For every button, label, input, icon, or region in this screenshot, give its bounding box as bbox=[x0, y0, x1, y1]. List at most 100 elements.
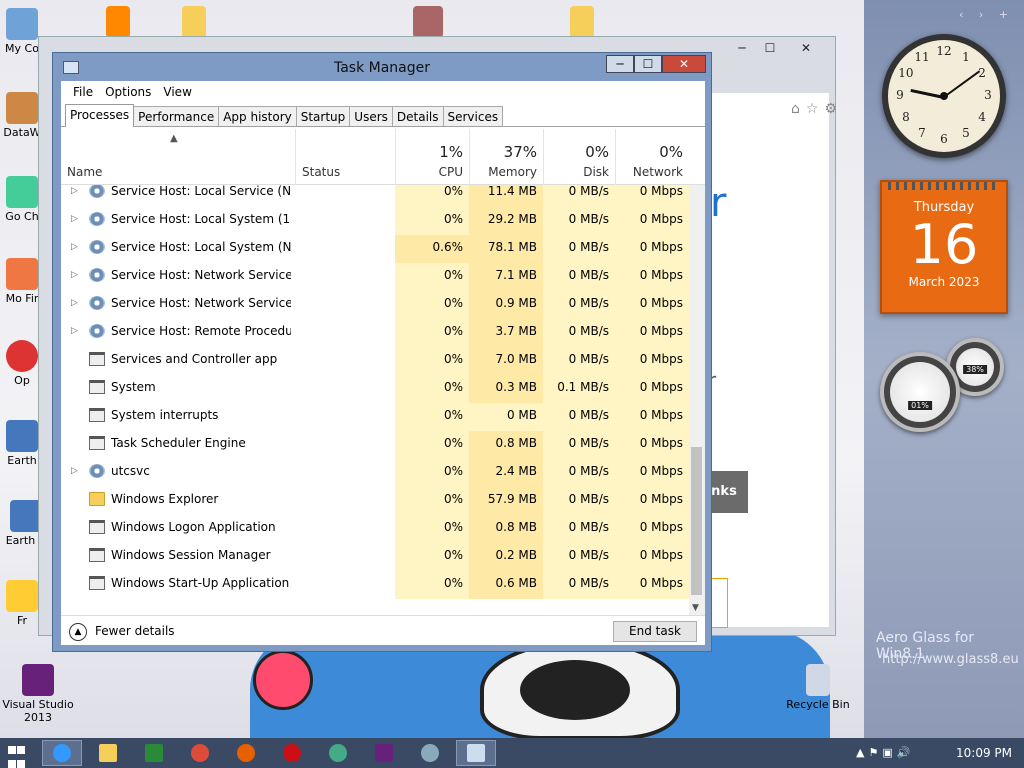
clock-gadget[interactable]: 12 1 2 3 4 5 6 7 8 9 10 11 bbox=[882, 34, 1006, 158]
table-row[interactable]: ▷ Service Host: Network Service (... 0%0.9… bbox=[61, 291, 689, 319]
disk-total: 0% bbox=[585, 143, 609, 161]
column-disk[interactable]: 0% Disk bbox=[543, 129, 615, 185]
taskbar-chrome[interactable] bbox=[180, 740, 220, 766]
column-cpu-label: CPU bbox=[438, 165, 463, 179]
tab-users[interactable]: Users bbox=[349, 106, 393, 126]
table-row[interactable]: Windows Explorer 0% 57.9 MB 0 MB/s 0 Mbps bbox=[61, 487, 689, 515]
minimize-icon[interactable]: ─ bbox=[729, 41, 755, 59]
expand-chevron-icon[interactable]: ▷ bbox=[71, 263, 81, 291]
maximize-icon[interactable]: ☐ bbox=[757, 41, 783, 59]
process-network: 0 Mbps bbox=[615, 459, 689, 487]
process-network: 0 Mbps bbox=[615, 207, 689, 235]
taskbar-visual-studio[interactable] bbox=[364, 740, 404, 766]
browser-toolbar-icons[interactable]: ⌂☆⚙ bbox=[791, 101, 843, 117]
opera-icon bbox=[6, 340, 38, 372]
taskbar-file-explorer[interactable] bbox=[88, 740, 128, 766]
maximize-button[interactable]: ☐ bbox=[634, 55, 662, 73]
process-name: Task Scheduler Engine bbox=[111, 436, 246, 450]
scrollbar-thumb[interactable] bbox=[691, 447, 702, 595]
column-network[interactable]: 0% Network bbox=[615, 129, 689, 185]
taskbar-firefox[interactable] bbox=[226, 740, 266, 766]
chevron-up-icon[interactable]: ▲ bbox=[69, 623, 87, 641]
expand-chevron-icon[interactable]: ▷ bbox=[71, 207, 81, 235]
table-row[interactable]: System interrupts 0% 0 MB 0 MB/s 0 Mbps bbox=[61, 403, 689, 431]
fewer-details-link[interactable]: Fewer details bbox=[95, 624, 175, 638]
taskbar-clock[interactable]: 10:09 PM bbox=[956, 746, 1012, 760]
process-cpu: 0% bbox=[395, 487, 469, 515]
cpu-gauge[interactable]: 01% bbox=[880, 352, 960, 432]
tab-bar: Processes Performance App history Startu… bbox=[61, 103, 705, 127]
table-row[interactable]: ▷ utcsvc 0% 2.4 MB 0 MB/s 0 Mbps bbox=[61, 459, 689, 487]
tab-performance[interactable]: Performance bbox=[133, 106, 220, 126]
start-button[interactable] bbox=[8, 744, 26, 768]
process-network: 0 Mbps bbox=[615, 185, 689, 207]
expand-chevron-icon[interactable]: ▷ bbox=[71, 291, 81, 319]
scroll-down-icon[interactable]: ▼ bbox=[692, 603, 699, 613]
task-manager-window[interactable]: Task Manager ─ ☐ ✕ File Options View Pro… bbox=[52, 52, 712, 652]
expand-chevron-icon[interactable]: ▷ bbox=[71, 185, 81, 207]
title-bar[interactable]: Task Manager ─ ☐ ✕ bbox=[53, 53, 711, 81]
taskbar-opera[interactable] bbox=[272, 740, 312, 766]
table-row[interactable]: Windows Logon Application 0% 0.8 MB 0 MB/s 0… bbox=[61, 515, 689, 543]
system-tray[interactable]: ▲⚑▣🔊 bbox=[856, 746, 914, 759]
gear-icon bbox=[89, 212, 105, 226]
menu-view[interactable]: View bbox=[157, 85, 197, 99]
tab-startup[interactable]: Startup bbox=[295, 106, 351, 126]
process-name: Windows Explorer bbox=[111, 492, 219, 506]
aero-glass-url: http://www.glass8.eu bbox=[882, 652, 1019, 667]
expand-chevron-icon[interactable]: ▷ bbox=[71, 235, 81, 263]
taskbar-store[interactable] bbox=[134, 740, 174, 766]
vertical-scrollbar[interactable]: ▼ bbox=[689, 185, 705, 615]
desktop-icon-folder[interactable] bbox=[158, 6, 230, 40]
process-name: Windows Start-Up Application bbox=[111, 576, 290, 590]
tab-app-history[interactable]: App history bbox=[218, 106, 297, 126]
process-disk: 0 MB/s bbox=[543, 459, 615, 487]
desktop-icon-visual-studio[interactable]: Visual Studio 2013 bbox=[2, 664, 74, 724]
menu-options[interactable]: Options bbox=[99, 85, 157, 99]
close-icon[interactable]: ✕ bbox=[793, 41, 819, 59]
cpu-gauge-value: 01% bbox=[908, 401, 932, 410]
column-disk-label: Disk bbox=[583, 165, 609, 179]
app-icon bbox=[89, 436, 105, 450]
process-name: Service Host: Remote Procedure... bbox=[111, 324, 291, 338]
tab-details[interactable]: Details bbox=[391, 106, 444, 126]
menu-file[interactable]: File bbox=[67, 85, 99, 99]
table-row[interactable]: ▷ Service Host: Local System (17) 0% 29.2 M… bbox=[61, 207, 689, 235]
table-row[interactable]: Services and Controller app 0% 7.0 MB 0 MB/… bbox=[61, 347, 689, 375]
taskbar-chrome-alt[interactable] bbox=[318, 740, 358, 766]
taskbar-network[interactable] bbox=[410, 740, 450, 766]
taskbar-task-manager[interactable] bbox=[456, 740, 496, 766]
process-cpu: 0% bbox=[395, 347, 469, 375]
column-cpu[interactable]: 1% CPU bbox=[395, 129, 469, 185]
sidebar-nav[interactable]: ‹ › + bbox=[959, 8, 1014, 21]
table-row[interactable]: Windows Session Manager 0% 0.2 MB 0 MB/s 0 M… bbox=[61, 543, 689, 571]
table-row[interactable]: ▷ Service Host: Local System (Net... 0.6%7… bbox=[61, 235, 689, 263]
column-status[interactable]: Status bbox=[295, 129, 395, 185]
desktop-icon-recycle-bin[interactable]: Recycle Bin bbox=[782, 664, 854, 711]
tab-services[interactable]: Services bbox=[442, 106, 504, 126]
minimize-button[interactable]: ─ bbox=[606, 55, 634, 73]
app-icon bbox=[89, 576, 105, 590]
table-row[interactable]: Task Scheduler Engine 0% 0.8 MB 0 MB/s 0 Mbp… bbox=[61, 431, 689, 459]
column-name[interactable]: ▲ Name bbox=[61, 129, 295, 185]
process-memory: 57.9 MB bbox=[469, 487, 543, 515]
table-row[interactable]: ▷ Service Host: Remote Procedure... 0%3.7 … bbox=[61, 319, 689, 347]
desktop-icon-vlc[interactable] bbox=[82, 6, 154, 40]
calendar-gadget[interactable]: Thursday 16 March 2023 bbox=[880, 180, 1008, 314]
table-row[interactable]: ▷ Service Host: Local Service (No ... 0%11… bbox=[61, 185, 689, 207]
table-row[interactable]: ▷ Service Host: Network Service (5) 0%7.1 … bbox=[61, 263, 689, 291]
table-row[interactable]: Windows Start-Up Application 0% 0.6 MB 0 MB… bbox=[61, 571, 689, 599]
desktop-icon-folder[interactable] bbox=[546, 6, 618, 40]
close-button[interactable]: ✕ bbox=[662, 55, 706, 73]
process-disk: 0 MB/s bbox=[543, 403, 615, 431]
tab-processes[interactable]: Processes bbox=[65, 104, 135, 127]
process-name: Service Host: Local System (17) bbox=[111, 212, 291, 226]
end-task-button[interactable]: End task bbox=[613, 621, 697, 642]
taskbar-internet-explorer[interactable] bbox=[42, 740, 82, 766]
expand-chevron-icon[interactable]: ▷ bbox=[71, 319, 81, 347]
desktop-icon-video[interactable] bbox=[392, 6, 464, 40]
process-cpu: 0% bbox=[395, 185, 469, 207]
expand-chevron-icon[interactable]: ▷ bbox=[71, 459, 81, 487]
table-row[interactable]: System 0% 0.3 MB 0.1 MB/s 0 Mbps bbox=[61, 375, 689, 403]
column-memory[interactable]: 37% Memory bbox=[469, 129, 543, 185]
